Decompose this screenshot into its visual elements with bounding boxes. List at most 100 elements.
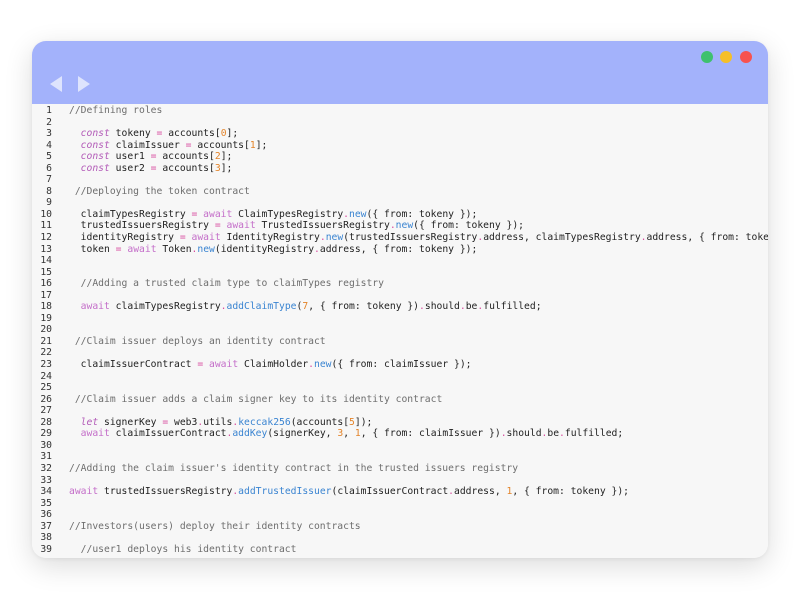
code-token: address, claimTypesRegistry xyxy=(483,232,641,244)
code-token: token xyxy=(69,243,116,255)
code-text: trustedIssuersRegistry = await TrustedIs… xyxy=(69,220,524,232)
code-line: 25 xyxy=(32,382,768,394)
code-token: ]; xyxy=(220,151,233,163)
minimize-button[interactable] xyxy=(720,51,732,63)
code-token: claimIssuerContract xyxy=(109,428,227,440)
code-token: const xyxy=(80,151,110,163)
code-token: //user1 deploys his identity contract xyxy=(80,543,297,555)
line-number: 36 xyxy=(40,509,52,521)
line-number: 39 xyxy=(40,543,52,555)
arrow-left-icon[interactable] xyxy=(48,75,64,93)
code-line: 11 trustedIssuersRegistry = await Truste… xyxy=(32,220,768,232)
code-token: new xyxy=(349,208,367,220)
code-token: TrustedIssuersRegistry xyxy=(255,220,390,232)
code-token: ClaimHolder xyxy=(238,359,309,371)
line-number: 31 xyxy=(40,451,52,463)
code-token: //Adding a trusted claim type to claimTy… xyxy=(80,278,384,290)
code-line: 12 identityRegistry = await IdentityRegi… xyxy=(32,232,768,244)
code-line: 37 //Investors(users) deploy their identi… xyxy=(32,521,768,533)
code-text: //Claim issuer deploys an identity contr… xyxy=(69,336,326,348)
code-line: 17 xyxy=(32,290,768,302)
line-number: 32 xyxy=(40,462,52,474)
code-text: //Deploying the token contract xyxy=(69,186,250,198)
line-number: 33 xyxy=(40,474,52,486)
code-token: const xyxy=(80,128,110,140)
code-line: 32 //Adding the claim issuer's identity c… xyxy=(32,463,768,475)
code-token: (claimIssuerContract xyxy=(331,486,449,498)
arrow-right-icon[interactable] xyxy=(76,75,92,93)
code-text: //Defining roles xyxy=(69,105,162,117)
code-line: 15 xyxy=(32,267,768,279)
code-token: await xyxy=(203,208,233,220)
code-line: 18 await claimTypesRegistry.addClaimType… xyxy=(32,301,768,313)
code-token: tokeny xyxy=(109,128,157,140)
code-token: await xyxy=(80,428,110,440)
code-editor[interactable]: 1 //Defining roles 2 3 const tokeny = accou… xyxy=(32,104,768,558)
code-token: web3 xyxy=(168,416,198,428)
code-token: ]); xyxy=(354,416,373,428)
line-number: 19 xyxy=(40,312,52,324)
code-line: 38 xyxy=(32,532,768,544)
code-line: 28 let signerKey = web3.utils.keccak256(… xyxy=(32,417,768,429)
line-number: 30 xyxy=(40,439,52,451)
code-line: 6 const user2 = accounts[3]; xyxy=(32,163,768,175)
code-token: ]; xyxy=(220,162,233,174)
line-number: 16 xyxy=(40,278,52,290)
code-token: claimTypesRegistry xyxy=(109,301,221,313)
code-token: //Adding the claim issuer's identity con… xyxy=(69,462,519,474)
line-number: 27 xyxy=(40,405,52,417)
code-token: await xyxy=(209,359,239,371)
code-token: claimTypesRegistry xyxy=(69,208,192,220)
code-text: const user2 = accounts[3]; xyxy=(69,162,233,175)
code-line: 5 const user1 = accounts[2]; xyxy=(32,151,768,163)
line-number: 5 xyxy=(46,151,52,163)
line-number: 2 xyxy=(46,116,52,128)
code-token: address, { from: tokeny }); xyxy=(319,243,478,255)
code-line: 1 //Defining roles xyxy=(32,105,768,117)
code-token: accounts[ xyxy=(156,162,215,174)
code-token: //Claim issuer adds a claim signer key t… xyxy=(74,393,443,405)
code-line: 7 xyxy=(32,174,768,186)
code-line: 31 xyxy=(32,451,768,463)
close-button[interactable] xyxy=(740,51,752,63)
code-text: await claimTypesRegistry.addClaimType(7,… xyxy=(69,301,542,313)
code-line: 10 claimTypesRegistry = await ClaimTypes… xyxy=(32,209,768,221)
code-token: const xyxy=(80,139,110,151)
line-number: 24 xyxy=(40,370,52,382)
code-text: //Adding the claim issuer's identity con… xyxy=(69,463,518,475)
line-number: 15 xyxy=(40,266,52,278)
code-token: user2 xyxy=(109,162,151,174)
line-number: 11 xyxy=(40,220,52,232)
code-token: const xyxy=(80,162,110,174)
code-line: 30 xyxy=(32,440,768,452)
code-token: be xyxy=(465,301,478,313)
code-line: 16 //Adding a trusted claim type to clai… xyxy=(32,278,768,290)
code-token: addClaimType xyxy=(226,301,297,313)
line-number: 17 xyxy=(40,289,52,301)
code-token: accounts[ xyxy=(162,128,221,140)
code-token: claimIssuerContract xyxy=(69,359,198,371)
code-line: 19 xyxy=(32,313,768,325)
line-number: 29 xyxy=(40,428,52,440)
code-token: (signerKey, xyxy=(267,428,338,440)
code-block: 1 //Defining roles 2 3 const tokeny = accou… xyxy=(32,104,768,555)
code-token: ({ from: tokeny }); xyxy=(366,208,478,220)
code-token: //Deploying the token contract xyxy=(74,185,250,197)
code-line: 26 //Claim issuer adds a claim signer ke… xyxy=(32,394,768,406)
line-number: 23 xyxy=(40,359,52,371)
code-token: (trustedIssuersRegistry xyxy=(343,232,478,244)
line-number: 14 xyxy=(40,255,52,267)
code-text: claimTypesRegistry = await ClaimTypesReg… xyxy=(69,208,478,221)
line-number: 3 xyxy=(46,128,52,140)
maximize-button[interactable] xyxy=(701,51,713,63)
line-number: 8 xyxy=(46,185,52,197)
code-line: 22 xyxy=(32,347,768,359)
line-number: 20 xyxy=(40,324,52,336)
code-token: claimIssuer xyxy=(109,139,186,151)
